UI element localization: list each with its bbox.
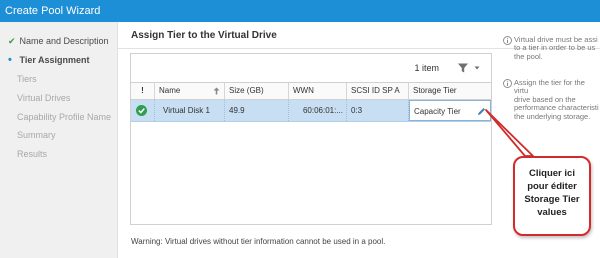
- info-note: Assign the tier for the virtu drive base…: [503, 79, 600, 120]
- step-name-and-description[interactable]: ✔ Name and Description: [8, 36, 109, 47]
- sort-ascending-icon: [213, 87, 220, 95]
- annotation-callout: Cliquer ici pour éditer Storage Tier val…: [513, 156, 591, 236]
- storage-tier-cell[interactable]: Capacity Tier: [409, 100, 491, 121]
- wizard-title-bar: Create Pool Wizard: [0, 0, 600, 22]
- current-step-dot-icon: •: [8, 54, 12, 66]
- step-summary: Summary: [17, 130, 56, 140]
- info-icon: [503, 36, 512, 45]
- wwn-cell: 60:06:01:...: [289, 100, 347, 121]
- info-note: Virtual drive must be assi to a tier in …: [503, 36, 600, 66]
- step-label: Capability Profile Name: [17, 112, 112, 122]
- pencil-edit-icon[interactable]: [477, 107, 486, 116]
- step-label: Virtual Drives: [17, 93, 71, 103]
- grid-header-row: ! Name Size (GB) WWN SCSI ID SP A Storag…: [131, 82, 491, 100]
- wizard-title: Create Pool Wizard: [5, 5, 101, 17]
- step-results: Results: [17, 149, 47, 159]
- info-note-text: Assign the tier for the virtu drive base…: [514, 79, 599, 121]
- column-header-size[interactable]: Size (GB): [225, 83, 289, 99]
- chevron-down-icon[interactable]: [474, 65, 480, 71]
- column-header-wwn[interactable]: WWN: [289, 83, 347, 99]
- size-cell: 49.9: [225, 100, 289, 121]
- checkmark-icon: ✔: [8, 36, 16, 46]
- grid-toolbar: 1 item: [131, 54, 491, 82]
- step-tiers: Tiers: [17, 74, 37, 84]
- column-header-name[interactable]: Name: [155, 83, 225, 99]
- step-label: Results: [17, 149, 48, 159]
- column-label: Name: [159, 86, 181, 95]
- table-row[interactable]: Virtual Disk 1 49.9 60:06:01:... 0:3 Cap…: [131, 100, 491, 122]
- wizard-steps-nav: ✔ Name and Description • Tier Assignment…: [0, 22, 118, 258]
- step-label: Tiers: [17, 74, 37, 84]
- info-note-text: Virtual drive must be assi to a tier in …: [514, 36, 598, 61]
- info-icon: [503, 79, 512, 88]
- filter-icon[interactable]: [457, 62, 469, 74]
- page-title: Assign Tier to the Virtual Drive: [131, 30, 277, 41]
- step-tier-assignment[interactable]: • Tier Assignment: [8, 54, 90, 66]
- step-label: Summary: [17, 130, 56, 140]
- ok-status-icon: [136, 105, 147, 116]
- column-header-scsi-id[interactable]: SCSI ID SP A: [347, 83, 409, 99]
- column-header-storage-tier[interactable]: Storage Tier: [409, 83, 491, 99]
- step-label: Tier Assignment: [19, 55, 90, 65]
- step-label: Name and Description: [19, 36, 109, 46]
- step-capability-profile-name: Capability Profile Name: [17, 112, 111, 122]
- column-header-status[interactable]: !: [131, 83, 155, 99]
- storage-tier-value: Capacity Tier: [414, 107, 461, 116]
- virtual-drives-grid: 1 item ! Name Size (GB) WWN SCSI ID SP A…: [130, 53, 492, 225]
- warning-message: Warning: Virtual drives without tier inf…: [131, 237, 386, 246]
- scsi-id-cell: 0:3: [347, 100, 409, 121]
- item-count: 1 item: [414, 63, 439, 73]
- step-virtual-drives: Virtual Drives: [17, 93, 70, 103]
- status-cell: [131, 100, 155, 121]
- name-cell: Virtual Disk 1: [155, 100, 225, 121]
